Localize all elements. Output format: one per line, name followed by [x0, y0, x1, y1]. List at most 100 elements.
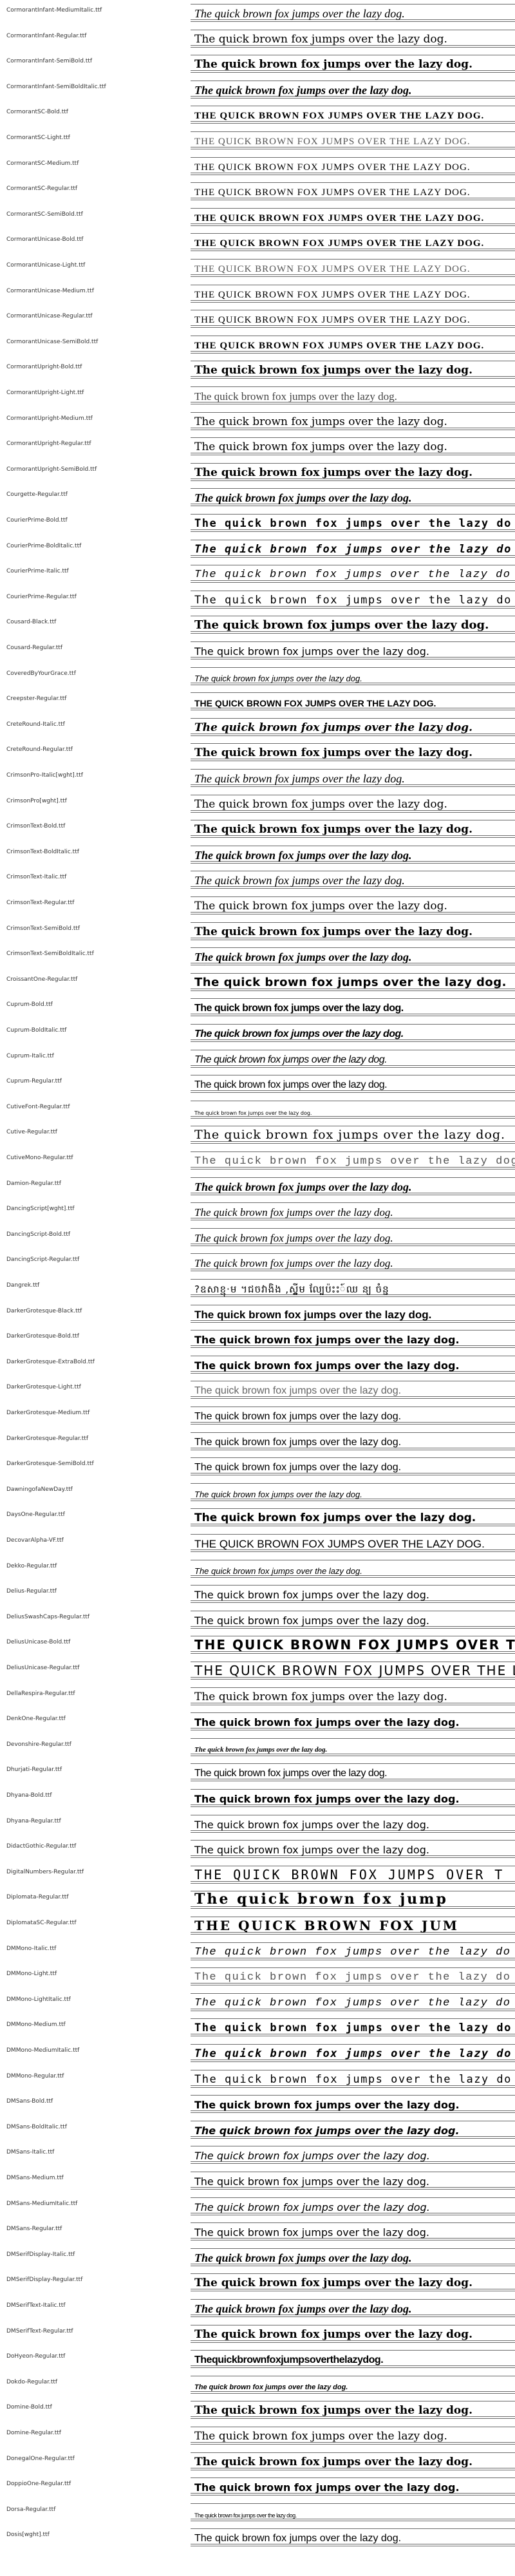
font-file-name: CrimsonText-BoldItalic.ttf [6, 848, 79, 855]
font-specimen-row: Diplomata-Regular.ttf The quick brown fox… [0, 1887, 515, 1913]
font-file-name: CroissantOne-Regular.ttf [6, 976, 78, 983]
guide-line [191, 1296, 515, 1297]
guide-line [191, 1934, 515, 1935]
font-specimen-row: DawningofaNewDay.ttf The quick brown fox … [0, 1479, 515, 1505]
sample-text: The quick brown fox jumps over the lazy … [194, 1257, 393, 1270]
guide-line [191, 1143, 515, 1144]
sample-text: THE QUICK BROWN FOX JUMPS OVER THE LAZY … [194, 1538, 485, 1550]
font-specimen-row: CormorantSC-Regular.ttf THE QUICK BROWN F… [0, 178, 515, 204]
sample-text: The quick brown fox jumps over the lazy … [194, 1334, 460, 1347]
sample-text: THE QUICK BROWN FOX JUMPS OVER THE LAZY … [194, 698, 436, 709]
sample-box: The quick brown fox jumps over the lazy … [191, 2448, 515, 2470]
font-specimen-row: Cuprum-Regular.ttf The quick brown fox ju… [0, 1071, 515, 1097]
font-file-name: DarkerGrotesque-Light.ttf [6, 1384, 81, 1391]
font-file-name: CourierPrime-Bold.ttf [6, 517, 68, 524]
font-specimen-row: DigitalNumbers-Regular.ttf THE QUICK BROW… [0, 1862, 515, 1888]
font-specimen-row: DeliusUnicase-Regular.ttf THE QUICK BROWN… [0, 1658, 515, 1683]
sample-box: The quick brown fox jumps over the lazy … [191, 1224, 515, 1246]
font-specimen-row: CormorantUpright-Regular.ttf The quick br… [0, 433, 515, 459]
font-file-name: DaysOne-Regular.ttf [6, 1511, 65, 1519]
guide-line [191, 1882, 515, 1884]
guide-line [191, 301, 515, 303]
sample-text: The quick brown fox jumps over the lazy … [194, 1818, 429, 1831]
font-file-name: DoHyeon-Regular.ttf [6, 2353, 66, 2360]
font-specimen-row: Dekko-Regular.ttf The quick brown fox jum… [0, 1556, 515, 1582]
sample-box: The quick brown fox jumps over the lazy … [191, 1249, 515, 1272]
guide-line [191, 2342, 515, 2343]
font-specimen-row: DancingScript-Bold.ttf The quick brown fo… [0, 1224, 515, 1250]
font-file-name: CormorantUpright-Light.ttf [6, 390, 84, 396]
sample-box: The quick brown fox jumps over the lazy … [191, 2193, 515, 2215]
sample-box: The quick brown fox jumps over the lazy … [191, 1403, 515, 1425]
font-specimen-row: Dhurjati-Regular.ttf The quick brown fox … [0, 1759, 515, 1785]
guide-line [191, 2452, 515, 2453]
sample-box: The quick brown fox jumps over the lazy … [191, 2321, 515, 2343]
font-specimen-row: Cousard-Regular.ttf The quick brown fox j… [0, 638, 515, 663]
sample-text: THE QUICK BROWN FOX JUMPS OVER THE LAZY [194, 1637, 515, 1653]
sample-text: The quick brown fox jumps over the lazy … [194, 1511, 476, 1525]
font-specimen-row: CormorantUnicase-SemiBold.ttf THE QUICK B… [0, 332, 515, 357]
font-specimen-row: CormorantInfant-SemiBold.ttf The quick br… [0, 51, 515, 77]
font-file-name: Dhurjati-Regular.ttf [6, 1766, 62, 1774]
guide-line [191, 2061, 515, 2062]
font-specimen-row: CroissantOne-Regular.ttf The quick brown … [0, 969, 515, 995]
guide-line [191, 641, 515, 642]
font-specimen-row: Cuprum-BoldItalic.ttf The quick brown fox… [0, 1020, 515, 1046]
font-file-name: DarkerGrotesque-Regular.ttf [6, 1435, 88, 1442]
guide-line [191, 888, 515, 889]
sample-text: The quick brown fox jumps over the lazy … [194, 440, 447, 454]
guide-line [191, 2273, 515, 2275]
guide-line [191, 2137, 515, 2139]
font-specimen-row: Dangrek.ttf ?ឧសាខ្មុ·ម ។ជចវាងិង ,ស្ន្ទីម … [0, 1275, 515, 1301]
font-file-name: DarkerGrotesque-Medium.ttf [6, 1410, 90, 1416]
font-file-name: DiplomataSC-Regular.ttf [6, 1920, 77, 1926]
font-specimen-row: DMSerifDisplay-Regular.ttf The quick brow… [0, 2269, 515, 2295]
sample-text: The quick brown fox jumps over the lazy … [194, 673, 362, 683]
guide-line [191, 1712, 515, 1714]
guide-line [191, 1151, 515, 1152]
guide-line [191, 350, 515, 352]
sample-box: The quick brown fox jumps over the lazy … [191, 1607, 515, 1629]
sample-box: The quick brown fox jumps over the lazy … [191, 1734, 515, 1756]
font-file-name: DigitalNumbers-Regular.ttf [6, 1868, 84, 1875]
font-file-name: Creepster-Regular.ttf [6, 696, 67, 703]
guide-line [191, 1424, 515, 1425]
font-specimen-row: Domine-Regular.ttf The quick brown fox ju… [0, 2423, 515, 2448]
font-specimen-row: CourierPrime-Regular.ttf The quick brown … [0, 587, 515, 612]
sample-text: The quick brown fox jumps over the lazy … [194, 58, 473, 71]
font-file-name: CormorantInfant-Regular.ttf [6, 32, 87, 39]
sample-box: The quick brown fox jumps over the lazy … [191, 2040, 515, 2062]
guide-line [191, 1177, 515, 1178]
font-specimen-row: CutiveMono-Regular.ttf The quick brown fo… [0, 1148, 515, 1173]
sample-box: The quick brown fox jumps over the lazy … [191, 1479, 515, 1501]
sample-box: The quick brown fox jumps over the lazy … [191, 1785, 515, 1807]
guide-line [191, 46, 515, 48]
sample-box: The quick brown fox jumps over the lazy … [191, 2372, 515, 2394]
sample-box: The quick brown fox jumps over the lazy … [191, 1556, 515, 1578]
guide-line [191, 1738, 515, 1739]
sample-box: The quick brown fox jumps over the lazy … [191, 994, 515, 1017]
font-file-name: CormorantUnicase-Medium.ttf [6, 287, 94, 294]
font-specimen-row: CormorantSC-Medium.ttf THE QUICK BROWN FO… [0, 153, 515, 179]
sample-text: The quick brown fox jumps over the lazy … [194, 925, 473, 938]
sample-text: The quick brown fox jumps over the lazy … [194, 1745, 328, 1754]
font-specimen-row: CormorantUnicase-Regular.ttf THE QUICK BR… [0, 306, 515, 332]
guide-line [191, 1253, 515, 1255]
font-specimen-row: DMMono-Regular.ttf The quick brown fox ju… [0, 2066, 515, 2092]
font-specimen-row: DarkerGrotesque-Bold.ttf The quick brown … [0, 1326, 515, 1352]
sample-text: The quick brown fox jumps over the lazy … [194, 1614, 429, 1627]
guide-line [191, 1422, 515, 1423]
sample-text: THE QUICK BROWN FOX JUMPS OVER THE LAZY … [194, 315, 471, 326]
font-specimen-row: CrimsonPro-Italic[wght].ttf The quick bro… [0, 765, 515, 791]
guide-line [191, 131, 515, 132]
sample-text: THE QUICK BROWN FOX JUMPS OVER THE LAZY … [194, 111, 485, 122]
sample-text: The quick brown fox jumps over the lazy … [194, 2175, 429, 2188]
sample-box: The quick brown fox jumps over the lazy … [191, 1071, 515, 1094]
sample-text: The quick brown fox jumps over the lazy … [194, 618, 489, 632]
font-file-name: DMMono-Regular.ttf [6, 2072, 64, 2079]
font-file-name: CutiveFont-Regular.ttf [6, 1103, 70, 1110]
font-specimen-row: CrimsonText-SemiBold.ttf The quick brown … [0, 918, 515, 944]
guide-line [191, 480, 515, 481]
sample-box: The quick brown fox jumps over the lazy … [191, 1989, 515, 2011]
sample-box: The quick brown fox jumps over the lazy … [191, 791, 515, 813]
